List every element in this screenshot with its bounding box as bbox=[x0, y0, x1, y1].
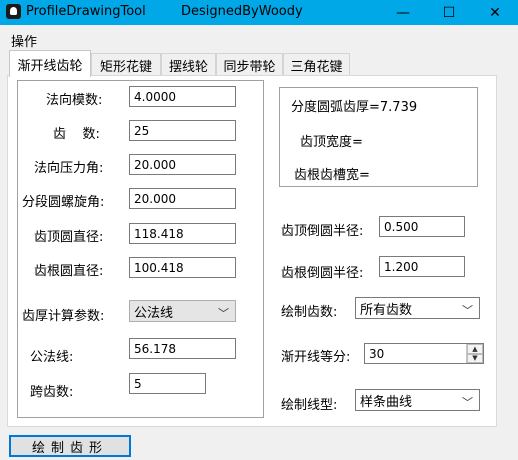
thickness-param-value: 公法线 bbox=[134, 305, 174, 321]
draw-teeth-value: 所有齿数 bbox=[360, 302, 413, 318]
tab-timing-pulley[interactable]: 同步带轮 bbox=[216, 53, 283, 76]
helix-angle-label: 分段圆螺旋角: bbox=[22, 195, 105, 210]
tab-involute-gear[interactable]: 渐开线齿轮 bbox=[9, 50, 91, 77]
tip-width-result: 齿顶宽度= bbox=[300, 135, 363, 150]
chevron-down-icon: ﹀ bbox=[462, 304, 473, 317]
minimize-icon: — bbox=[396, 4, 410, 21]
chevron-down-icon: ﹀ bbox=[218, 307, 229, 320]
line-type-label: 绘制线型: bbox=[281, 398, 338, 413]
close-button[interactable]: ✕ bbox=[472, 0, 518, 25]
app-icon bbox=[6, 4, 21, 19]
tab-cycloid[interactable]: 摆线轮 bbox=[161, 53, 216, 76]
span-teeth-input[interactable]: 5 bbox=[129, 373, 206, 394]
helix-angle-input[interactable]: 20.000 bbox=[129, 188, 236, 209]
modulus-input[interactable]: 4.0000 bbox=[129, 86, 236, 107]
root-groove-result: 齿根齿槽宽= bbox=[294, 168, 370, 183]
common-normal-input[interactable]: 56.178 bbox=[129, 338, 236, 359]
maximize-button[interactable]: ☐ bbox=[426, 0, 472, 25]
involute-div-label: 渐开线等分: bbox=[281, 350, 351, 365]
tab-rect-spline[interactable]: 矩形花键 bbox=[91, 53, 161, 76]
window-title: ProfileDrawingTool bbox=[26, 4, 146, 19]
pressure-angle-label: 法向压力角: bbox=[34, 161, 104, 176]
common-normal-label: 公法线: bbox=[30, 350, 74, 365]
tip-fillet-label: 齿顶倒圆半径: bbox=[281, 224, 364, 239]
close-icon: ✕ bbox=[489, 4, 501, 21]
span-teeth-label: 跨齿数: bbox=[30, 385, 74, 400]
spin-up-icon[interactable]: ▲ bbox=[467, 344, 483, 354]
root-fillet-input[interactable]: 1.200 bbox=[379, 256, 465, 277]
root-diameter-label: 齿根圆直径: bbox=[34, 264, 104, 279]
root-diameter-input[interactable]: 100.418 bbox=[129, 257, 236, 278]
maximize-icon: ☐ bbox=[442, 4, 456, 21]
modulus-label: 法向模数: bbox=[46, 93, 103, 108]
involute-div-spinner[interactable]: 30 ▲ ▼ bbox=[364, 343, 484, 364]
chevron-down-icon: ﹀ bbox=[462, 396, 473, 409]
tip-diameter-label: 齿顶圆直径: bbox=[34, 230, 104, 245]
draw-profile-button[interactable]: 绘制齿形 bbox=[9, 435, 131, 457]
teeth-input[interactable]: 25 bbox=[129, 120, 236, 141]
minimize-button[interactable]: — bbox=[380, 0, 426, 25]
spinner-buttons[interactable]: ▲ ▼ bbox=[466, 344, 483, 363]
tab-triangle-spline[interactable]: 三角花键 bbox=[283, 53, 350, 76]
draw-teeth-select[interactable]: 所有齿数 ﹀ bbox=[355, 297, 480, 319]
line-type-value: 样条曲线 bbox=[360, 394, 413, 410]
spin-down-icon[interactable]: ▼ bbox=[467, 353, 483, 363]
involute-div-value: 30 bbox=[369, 346, 385, 361]
thickness-param-label: 齿厚计算参数: bbox=[22, 309, 105, 324]
teeth-label: 齿 数: bbox=[53, 127, 100, 142]
root-fillet-label: 齿根倒圆半径: bbox=[281, 266, 364, 281]
thickness-param-select[interactable]: 公法线 ﹀ bbox=[129, 300, 236, 322]
menu-bar bbox=[0, 25, 518, 50]
draw-teeth-label: 绘制齿数: bbox=[281, 305, 338, 320]
arc-thickness-result: 分度圆弧齿厚=7.739 bbox=[291, 100, 418, 115]
window-subtitle: DesignedByWoody bbox=[181, 4, 303, 19]
line-type-select[interactable]: 样条曲线 ﹀ bbox=[355, 389, 480, 411]
tip-diameter-input[interactable]: 118.418 bbox=[129, 223, 236, 244]
menu-item-ops[interactable]: 操作 bbox=[11, 31, 37, 50]
pressure-angle-input[interactable]: 20.000 bbox=[129, 154, 236, 175]
tip-fillet-input[interactable]: 0.500 bbox=[379, 216, 465, 237]
